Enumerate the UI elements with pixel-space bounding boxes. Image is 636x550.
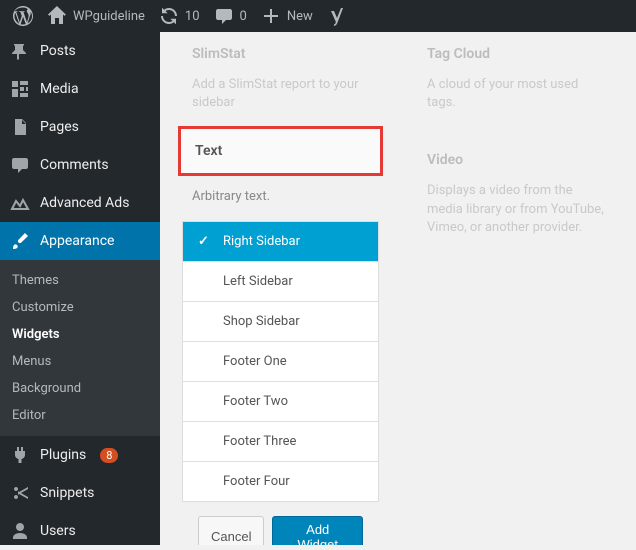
sidebar-option[interactable]: Shop Sidebar bbox=[183, 302, 378, 342]
comment-icon bbox=[214, 6, 234, 26]
pin-icon bbox=[10, 41, 30, 61]
page-icon bbox=[10, 117, 30, 137]
sub-themes[interactable]: Themes bbox=[0, 267, 160, 294]
nav-label: Appearance bbox=[40, 233, 114, 249]
nav-label: Comments bbox=[40, 157, 109, 173]
widget-tagcloud-title[interactable]: Tag Cloud bbox=[413, 32, 618, 76]
nav-posts[interactable]: Posts bbox=[0, 32, 160, 70]
update-count: 10 bbox=[185, 9, 200, 24]
comment-count: 0 bbox=[240, 9, 247, 24]
widget-slimstat-title[interactable]: SlimStat bbox=[178, 32, 383, 76]
sub-editor[interactable]: Editor bbox=[0, 402, 160, 429]
widget-video-title[interactable]: Video bbox=[413, 138, 618, 182]
plug-icon bbox=[10, 445, 30, 465]
nav-pages[interactable]: Pages bbox=[0, 108, 160, 146]
admin-sidebar: Posts Media Pages Comments Advanced Ads … bbox=[0, 32, 160, 545]
sidebar-area-list: Right Sidebar Left Sidebar Shop Sidebar … bbox=[182, 221, 379, 502]
wp-logo[interactable] bbox=[6, 0, 40, 32]
nav-plugins[interactable]: Plugins 8 bbox=[0, 436, 160, 474]
sidebar-option[interactable]: Footer Four bbox=[183, 462, 378, 502]
nav-label: Advanced Ads bbox=[40, 195, 129, 211]
chart-icon bbox=[10, 193, 30, 213]
nav-label: Media bbox=[40, 81, 79, 97]
plugin-update-badge: 8 bbox=[100, 448, 118, 463]
cancel-button[interactable]: Cancel bbox=[198, 516, 264, 545]
widget-tagcloud-desc: A cloud of your most used tags. bbox=[413, 76, 618, 126]
plus-icon bbox=[261, 6, 281, 26]
sub-menus[interactable]: Menus bbox=[0, 348, 160, 375]
brush-icon bbox=[10, 231, 30, 251]
updates[interactable]: 10 bbox=[152, 0, 207, 32]
admin-toolbar: WPguideline 10 0 New bbox=[0, 0, 636, 32]
widget-video-desc: Displays a video from the media library … bbox=[413, 182, 618, 251]
appearance-submenu: Themes Customize Widgets Menus Backgroun… bbox=[0, 260, 160, 436]
comments[interactable]: 0 bbox=[207, 0, 254, 32]
add-widget-button[interactable]: Add Widget bbox=[272, 516, 363, 545]
sidebar-option[interactable]: Right Sidebar bbox=[183, 222, 378, 262]
sidebar-option[interactable]: Footer Three bbox=[183, 422, 378, 462]
home-icon bbox=[47, 6, 67, 26]
nav-label: Pages bbox=[40, 119, 79, 135]
wordpress-icon bbox=[13, 6, 33, 26]
widget-slimstat-desc: Add a SlimStat report to your sidebar bbox=[178, 76, 383, 126]
site-name: WPguideline bbox=[73, 9, 145, 24]
sidebar-option[interactable]: Footer One bbox=[183, 342, 378, 382]
content-area: SlimStat Add a SlimStat report to your s… bbox=[160, 32, 636, 545]
yoast[interactable] bbox=[320, 0, 354, 32]
comment-icon bbox=[10, 155, 30, 175]
sidebar-option[interactable]: Footer Two bbox=[183, 382, 378, 422]
refresh-icon bbox=[159, 6, 179, 26]
widget-text-desc: Arbitrary text. bbox=[178, 176, 383, 220]
yoast-icon bbox=[327, 6, 347, 26]
user-icon bbox=[10, 521, 30, 541]
site-home[interactable]: WPguideline bbox=[40, 0, 152, 32]
nav-label: Snippets bbox=[40, 485, 94, 501]
nav-snippets[interactable]: Snippets bbox=[0, 474, 160, 512]
sub-customize[interactable]: Customize bbox=[0, 294, 160, 321]
scissors-icon bbox=[10, 483, 30, 503]
sub-widgets[interactable]: Widgets bbox=[0, 321, 160, 348]
nav-label: Users bbox=[40, 523, 76, 539]
nav-media[interactable]: Media bbox=[0, 70, 160, 108]
new-content[interactable]: New bbox=[254, 0, 320, 32]
sidebar-option[interactable]: Left Sidebar bbox=[183, 262, 378, 302]
nav-label: Plugins bbox=[40, 447, 86, 463]
nav-appearance[interactable]: Appearance bbox=[0, 222, 160, 260]
nav-label: Posts bbox=[40, 43, 76, 59]
media-icon bbox=[10, 79, 30, 99]
widget-text[interactable]: Text bbox=[178, 126, 383, 176]
nav-advanced-ads[interactable]: Advanced Ads bbox=[0, 184, 160, 222]
new-label: New bbox=[287, 9, 313, 24]
nav-comments[interactable]: Comments bbox=[0, 146, 160, 184]
widget-text-title: Text bbox=[181, 129, 380, 173]
sub-background[interactable]: Background bbox=[0, 375, 160, 402]
nav-users[interactable]: Users bbox=[0, 512, 160, 550]
widget-actions: Cancel Add Widget bbox=[178, 502, 383, 545]
